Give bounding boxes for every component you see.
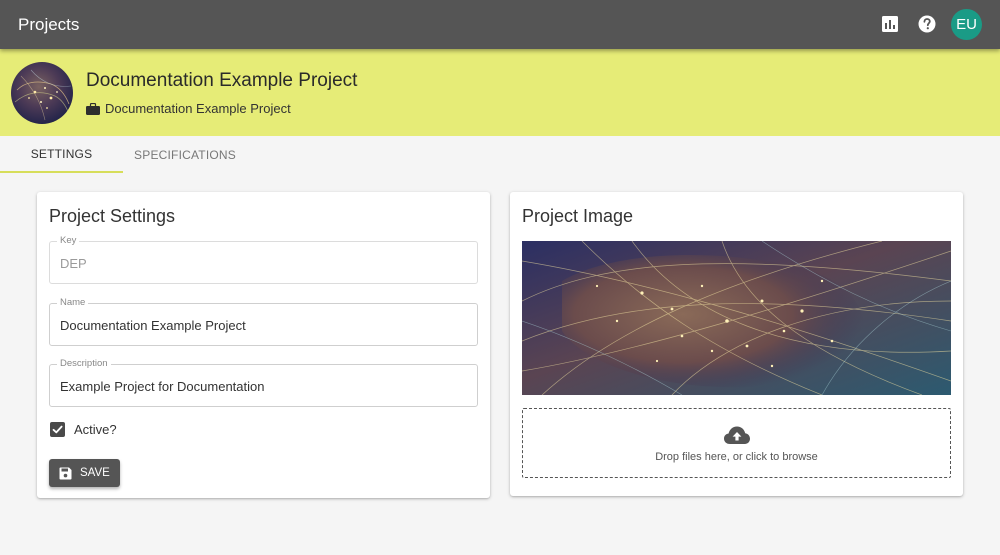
project-title: Documentation Example Project [86,70,358,91]
dropzone-text: Drop files here, or click to browse [655,451,818,463]
tab-specifications[interactable]: Specifications [123,136,247,173]
app-title: Projects [18,15,80,34]
description-field-value[interactable]: Example Project for Documentation [60,379,264,394]
settings-card-title: Project Settings [49,206,176,226]
analytics-icon[interactable] [880,14,900,34]
help-icon[interactable] [917,14,937,34]
project-header: Documentation Example Project Documentat… [0,49,1000,136]
name-field[interactable]: Name Documentation Example Project [49,297,478,346]
name-field-label: Name [57,297,89,309]
app-bar: Projects EU [0,0,1000,49]
active-checkbox-label: Active? [74,422,117,437]
tab-settings[interactable]: Settings [0,136,123,173]
save-button[interactable]: Save [49,459,120,487]
description-field-label: Description [57,358,111,370]
image-card-title: Project Image [522,206,634,226]
key-field: Key DEP [49,235,478,284]
save-button-label: Save [80,467,110,479]
project-subtitle: Documentation Example Project [105,101,291,116]
image-dropzone[interactable]: Drop files here, or click to browse [522,408,951,478]
user-avatar[interactable]: EU [951,9,982,40]
key-field-value: DEP [60,256,87,271]
project-settings-card: Project Settings Key DEP Name Documentat… [37,192,490,498]
save-icon [59,467,72,479]
name-field-value[interactable]: Documentation Example Project [60,318,246,333]
briefcase-icon [86,102,100,115]
project-image-card: Project Image Drop files here, or click … [510,192,963,496]
project-breadcrumb: Documentation Example Project [86,101,291,116]
tab-bar: Settings Specifications [0,136,1000,173]
active-checkbox-row[interactable]: Active? [50,422,117,437]
project-image [522,241,951,395]
project-avatar [11,62,73,124]
description-field[interactable]: Description Example Project for Document… [49,358,478,407]
active-checkbox[interactable] [50,422,65,437]
cloud-upload-icon [724,426,750,444]
checkmark-icon [52,425,63,434]
key-field-label: Key [57,235,80,247]
